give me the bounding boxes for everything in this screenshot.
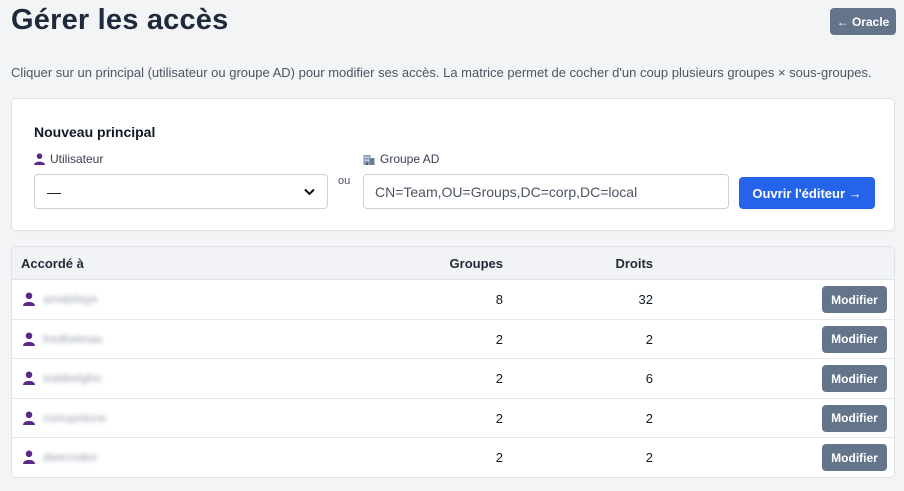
rights-count: 2 [645, 410, 653, 426]
new-principal-title: Nouveau principal [34, 124, 156, 140]
groups-count: 8 [495, 292, 503, 307]
principal-name: amabilaye [43, 292, 98, 306]
person-icon [23, 411, 35, 425]
modify-button[interactable]: Modifier [822, 286, 887, 313]
column-header-groups: Groupes [449, 256, 503, 271]
groups-count: 2 [495, 450, 503, 466]
person-icon [34, 153, 45, 165]
building-icon [363, 155, 375, 165]
user-select-value: — [47, 183, 61, 200]
table-row[interactable]: fredbelmas 2 2 Modifier [12, 320, 894, 360]
table-row[interactable]: amabilaye 8 32 Modifier [12, 280, 894, 320]
page-description: Cliquer sur un principal (utilisateur ou… [11, 65, 872, 80]
table-row[interactable]: romupolone 2 2 Modifier [12, 399, 894, 439]
person-icon [23, 292, 35, 306]
group-field-label: Groupe AD [363, 152, 439, 166]
or-label: ou [338, 175, 351, 187]
modify-button[interactable]: Modifier [822, 404, 887, 432]
modify-button[interactable]: Modifier [822, 325, 887, 353]
table-row[interactable]: dwecodes 2 2 Modifier [12, 438, 894, 477]
rights-count: 32 [638, 292, 653, 307]
back-to-oracle-button[interactable]: ← Oracle [830, 8, 896, 35]
user-label-text: Utilisateur [50, 152, 104, 166]
modify-button[interactable]: Modifier [822, 365, 887, 393]
rights-count: 2 [645, 331, 653, 347]
rights-count: 2 [645, 450, 653, 466]
rights-count: 6 [645, 371, 653, 387]
group-label-text: Groupe AD [380, 152, 440, 166]
principal-name: dwecodes [43, 450, 98, 465]
person-icon [23, 450, 35, 465]
column-header-rights: Droits [615, 256, 653, 271]
access-table: Accordé à Groupes Droits amabilaye 8 32 … [11, 246, 895, 478]
person-icon [23, 371, 35, 386]
user-select[interactable]: — [34, 174, 328, 209]
page-title: Gérer les accès [11, 4, 229, 36]
chevron-down-icon [304, 188, 315, 195]
principal-name: romupolone [43, 410, 107, 425]
principal-name: isabbelgho [43, 371, 102, 386]
groups-count: 2 [495, 331, 503, 347]
modify-button[interactable]: Modifier [822, 444, 887, 472]
column-header-granted-to: Accordé à [21, 256, 84, 271]
groups-count: 2 [495, 410, 503, 426]
ad-group-input[interactable] [363, 174, 729, 209]
groups-count: 2 [495, 371, 503, 387]
new-principal-card: Nouveau principal Utilisateur — ou Group… [11, 98, 895, 231]
table-header: Accordé à Groupes Droits [12, 247, 894, 280]
user-field-label: Utilisateur [34, 152, 103, 166]
principal-name: fredbelmas [43, 331, 103, 346]
open-editor-button[interactable]: Ouvrir l'éditeur → [739, 177, 875, 209]
person-icon [23, 332, 35, 346]
table-row[interactable]: isabbelgho 2 6 Modifier [12, 359, 894, 399]
